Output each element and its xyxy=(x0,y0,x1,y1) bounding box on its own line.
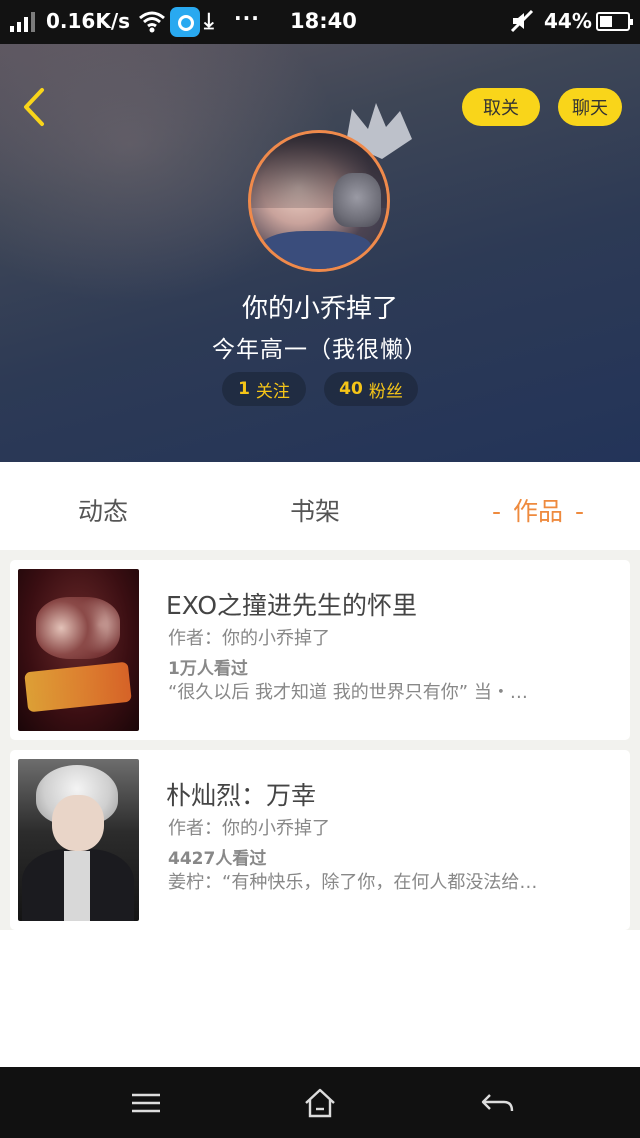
status-bar: 0.16K/s ⤓ ··· 18:40 44% xyxy=(0,0,640,44)
list-item[interactable]: EXO之撞进先生的怀里 作者：你的小乔掉了 1万人看过 “很久以后 我才知道 我… xyxy=(10,560,630,740)
back-button[interactable] xyxy=(18,86,48,128)
battery-percent: 44% xyxy=(544,9,592,33)
book-intro: 姜柠：“有种快乐，除了你，在何人都没法给… xyxy=(168,872,538,893)
followers-number: 40 xyxy=(339,379,363,399)
book-title: 朴灿烈：万幸 xyxy=(166,781,317,810)
system-nav-bar xyxy=(0,1067,640,1138)
menu-icon[interactable] xyxy=(126,1085,166,1121)
back-icon[interactable] xyxy=(478,1085,518,1121)
clock: 18:40 xyxy=(290,9,357,33)
following-count[interactable]: 1 关注 xyxy=(222,372,306,406)
tab-bookshelf[interactable]: 书架 xyxy=(290,492,340,528)
avatar[interactable] xyxy=(248,130,390,272)
tab-works-label: 作品 xyxy=(513,497,564,526)
unfollow-button[interactable]: 取关 xyxy=(462,88,540,126)
book-cover xyxy=(18,759,139,921)
book-intro: “很久以后 我才知道 我的世界只有你” 当・… xyxy=(168,682,528,703)
book-title: EXO之撞进先生的怀里 xyxy=(166,591,418,620)
profile-tabs: 动态 书架 - 作品 - xyxy=(0,462,640,550)
signal-icon xyxy=(10,12,35,32)
works-list: EXO之撞进先生的怀里 作者：你的小乔掉了 1万人看过 “很久以后 我才知道 我… xyxy=(0,550,640,930)
list-item[interactable]: 朴灿烈：万幸 作者：你的小乔掉了 4427人看过 姜柠：“有种快乐，除了你，在何… xyxy=(10,750,630,930)
battery-icon xyxy=(596,12,633,31)
more-icon: ··· xyxy=(234,6,260,30)
followers-label: 粉丝 xyxy=(368,381,403,402)
book-views: 4427人看过 xyxy=(168,849,267,869)
download-icon: ⤓ xyxy=(204,9,214,34)
tab-activity[interactable]: 动态 xyxy=(78,492,128,528)
tab-dash-right: - xyxy=(575,497,585,526)
mute-icon xyxy=(510,9,534,33)
chat-button[interactable]: 聊天 xyxy=(558,88,622,126)
following-number: 1 xyxy=(238,379,250,399)
book-views: 1万人看过 xyxy=(168,659,248,679)
network-speed: 0.16K/s xyxy=(46,9,131,33)
profile-header: 取关 聊天 你的小乔掉了 今年高一（我很懒） 1 关注 40 粉丝 xyxy=(0,44,640,462)
followers-count[interactable]: 40 粉丝 xyxy=(324,372,418,406)
tab-dash-left: - xyxy=(492,497,502,526)
wifi-icon xyxy=(139,11,165,33)
bio: 今年高一（我很懒） xyxy=(212,337,428,363)
tab-works[interactable]: - 作品 - xyxy=(480,492,596,528)
home-icon[interactable] xyxy=(300,1085,340,1121)
following-label: 关注 xyxy=(255,381,290,402)
book-cover xyxy=(18,569,139,731)
app-notification-icon xyxy=(170,7,200,37)
book-author: 作者：你的小乔掉了 xyxy=(168,628,330,649)
book-author: 作者：你的小乔掉了 xyxy=(168,818,330,839)
nickname: 你的小乔掉了 xyxy=(241,294,398,324)
